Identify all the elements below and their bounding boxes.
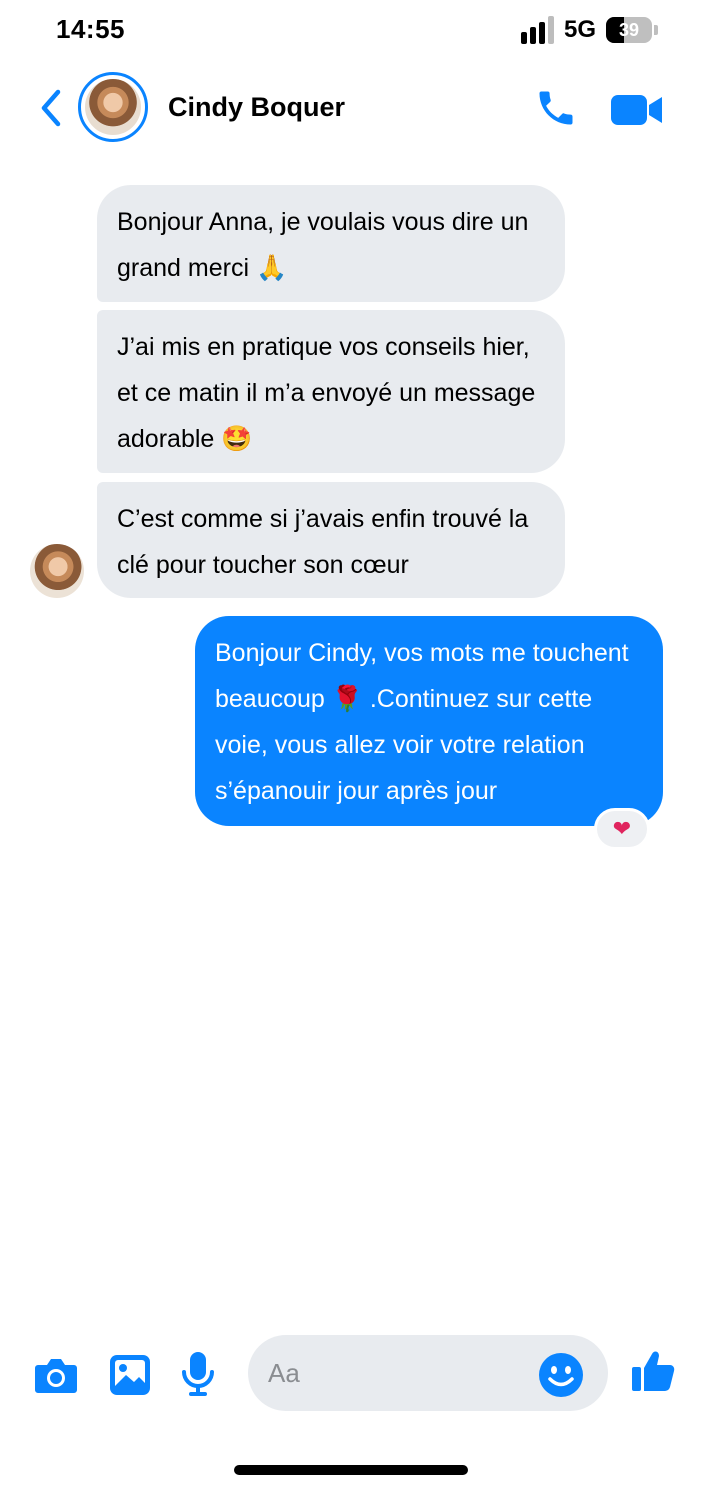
incoming-message[interactable]: Bonjour Anna, je voulais vous dire un gr… [97, 185, 565, 302]
contact-avatar[interactable] [78, 72, 148, 142]
network-type: 5G [563, 16, 596, 43]
contact-name[interactable]: Cindy Boquer [168, 92, 345, 123]
thumbs-up-icon[interactable] [630, 1348, 676, 1394]
battery-nub [654, 25, 658, 35]
message-input[interactable] [268, 1357, 528, 1389]
signal-icon [520, 16, 554, 44]
photo-icon[interactable] [108, 1353, 152, 1397]
back-chevron-icon[interactable] [36, 88, 66, 128]
avatar-image [85, 79, 141, 135]
emoji-icon[interactable] [538, 1352, 584, 1398]
sender-avatar[interactable] [30, 544, 84, 598]
home-indicator[interactable] [234, 1465, 468, 1475]
camera-icon[interactable] [34, 1355, 78, 1395]
chat-screen: 14:55 5G 39 Cindy Boquer Bonjour Anna, j… [0, 0, 702, 1500]
incoming-message[interactable]: C’est comme si j’avais enfin trouvé la c… [97, 482, 565, 598]
heart-reaction-icon[interactable]: ❤ [594, 808, 650, 850]
microphone-icon[interactable] [180, 1350, 216, 1398]
phone-icon[interactable] [534, 86, 578, 130]
outgoing-message[interactable]: Bonjour Cindy, vos mots me touchent beau… [195, 616, 663, 826]
battery-level: 39 [618, 19, 640, 40]
status-time: 14:55 [56, 14, 125, 44]
incoming-message[interactable]: J’ai mis en pratique vos conseils hier, … [97, 310, 565, 473]
video-camera-icon[interactable] [610, 92, 664, 128]
battery-icon: 39 [606, 17, 652, 43]
status-indicators: 5G 39 [520, 14, 658, 46]
